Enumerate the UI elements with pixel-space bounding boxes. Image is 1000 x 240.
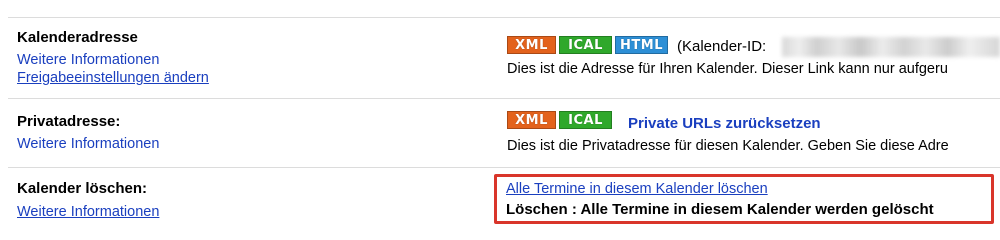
more-info-link[interactable]: Weitere Informationen bbox=[17, 52, 159, 68]
more-info-link[interactable]: Weitere Informationen bbox=[17, 204, 159, 220]
xml-badge[interactable]: XML bbox=[507, 111, 556, 129]
delete-warning-text: Löschen : Alle Termine in diesem Kalende… bbox=[506, 201, 934, 218]
private-address-badges: XML ICAL bbox=[507, 111, 617, 129]
private-address-description: Dies ist die Privatadresse für diesen Ka… bbox=[507, 138, 949, 154]
xml-badge[interactable]: XML bbox=[507, 36, 556, 54]
calendar-id-redacted bbox=[782, 37, 1000, 57]
ical-badge[interactable]: ICAL bbox=[559, 111, 612, 129]
sharing-settings-link[interactable]: Freigabeeinstellungen ändern bbox=[17, 70, 209, 86]
divider-1 bbox=[8, 98, 1000, 99]
divider-top bbox=[8, 17, 1000, 18]
divider-2 bbox=[8, 167, 1000, 168]
html-badge[interactable]: HTML bbox=[615, 36, 668, 54]
calendar-id-prefix: (Kalender-ID: bbox=[677, 38, 767, 55]
reset-private-urls-link[interactable]: Private URLs zurücksetzen bbox=[628, 115, 821, 132]
calendar-address-label: Kalenderadresse bbox=[17, 29, 138, 46]
delete-calendar-label: Kalender löschen: bbox=[17, 180, 148, 197]
delete-all-events-link[interactable]: Alle Termine in diesem Kalender löschen bbox=[506, 181, 768, 197]
more-info-link[interactable]: Weitere Informationen bbox=[17, 136, 159, 152]
ical-badge[interactable]: ICAL bbox=[559, 36, 612, 54]
calendar-address-description: Dies ist die Adresse für Ihren Kalender.… bbox=[507, 61, 948, 77]
private-address-label: Privatadresse: bbox=[17, 113, 121, 130]
calendar-address-badges: XML ICAL HTML bbox=[507, 36, 668, 54]
